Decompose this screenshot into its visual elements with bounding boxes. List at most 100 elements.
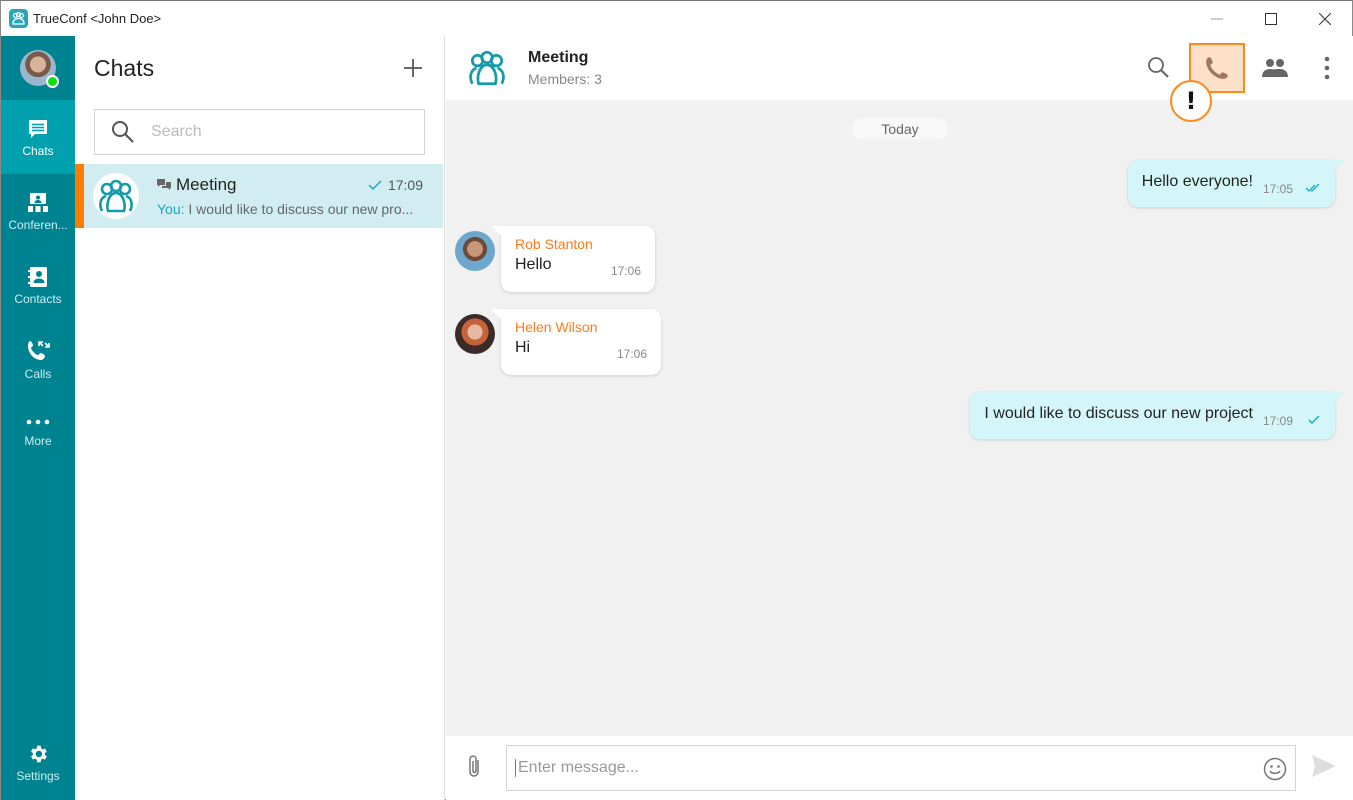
nav-item-chats[interactable]: Chats	[1, 100, 75, 174]
chat-preview: You: I would like to discuss our new pro…	[157, 201, 423, 217]
window-controls	[1190, 1, 1352, 36]
bubble-pointer	[491, 309, 501, 319]
sender-avatar[interactable]	[455, 314, 495, 354]
chat-item-body: Meeting 17:09 You: I would like to discu…	[157, 175, 423, 217]
outgoing-message[interactable]: I would like to discuss our new project …	[970, 392, 1345, 439]
emoji-button[interactable]	[1263, 757, 1287, 786]
group-chat-icon	[157, 179, 171, 190]
header-actions	[1133, 36, 1353, 100]
message-text: Hello	[515, 256, 552, 273]
more-vertical-icon	[1324, 56, 1330, 80]
chat-time: 17:09	[368, 177, 423, 193]
sender-name: Rob Stanton	[515, 236, 593, 252]
preview-text: I would like to discuss our new pro...	[188, 201, 414, 217]
trueconf-logo-icon	[9, 9, 28, 28]
nav-item-more[interactable]: More	[1, 396, 75, 470]
sent-check-icon	[368, 180, 382, 190]
alert-badge: !	[1170, 80, 1212, 122]
chats-panel: Chats Meeting	[75, 36, 445, 800]
message-time: 17:06	[610, 264, 641, 278]
bubble-pointer	[1335, 392, 1345, 402]
participants-button[interactable]	[1249, 42, 1301, 94]
group-icon	[99, 179, 133, 213]
profile-button[interactable]	[1, 36, 75, 100]
preview-prefix: You:	[157, 201, 185, 217]
bubble-pointer	[491, 226, 501, 236]
title-bar: TrueConf <John Doe>	[1, 1, 1352, 36]
sender-avatar[interactable]	[455, 231, 495, 271]
more-options-button[interactable]	[1301, 42, 1353, 94]
conversation-name: Meeting	[528, 49, 589, 66]
app-window: TrueConf <John Doe> Chats Conferen... Co…	[0, 0, 1353, 800]
conversation-info[interactable]: Meeting Members: 3	[528, 49, 602, 87]
nav-item-label: Chats	[22, 143, 54, 158]
attach-button[interactable]	[468, 754, 484, 783]
read-double-check-icon	[1305, 183, 1320, 192]
selected-indicator	[75, 164, 84, 228]
message-text: I would like to discuss our new project	[984, 405, 1253, 422]
nav-item-conferences[interactable]: Conferen...	[1, 174, 75, 248]
message-text: Hi	[515, 339, 531, 356]
date-separator: Today	[852, 118, 948, 140]
window-title: TrueConf <John Doe>	[33, 11, 162, 26]
message-text: Hello everyone!	[1141, 173, 1253, 190]
paperclip-icon	[469, 754, 479, 777]
message-time: 17:09	[1262, 414, 1293, 428]
message-input[interactable]	[515, 759, 1235, 777]
minimize-icon	[1211, 18, 1223, 19]
chat-bubble-icon	[29, 119, 47, 138]
nav-item-calls[interactable]: Calls	[1, 322, 75, 396]
send-button[interactable]	[1312, 754, 1336, 782]
group-icon	[469, 50, 505, 86]
nav-item-label: Contacts	[14, 291, 62, 306]
search-input[interactable]	[151, 123, 391, 141]
user-avatar[interactable]	[20, 50, 59, 88]
outgoing-message[interactable]: Hello everyone! 17:05	[1127, 160, 1345, 207]
chats-header: Chats	[75, 36, 444, 100]
message-composer	[446, 736, 1353, 800]
incoming-message[interactable]: Rob Stanton Hello 17:06	[491, 226, 655, 292]
chat-name-text: Meeting	[176, 175, 237, 194]
phone-icon	[1206, 57, 1228, 79]
new-chat-button[interactable]	[404, 54, 422, 82]
sender-name: Helen Wilson	[515, 319, 598, 335]
search-box[interactable]	[94, 109, 425, 155]
bubble-pointer	[1335, 160, 1345, 170]
sidebar-nav: Chats Conferen... Contacts Calls More Se…	[1, 36, 75, 800]
search-icon	[1148, 57, 1169, 78]
send-icon	[1312, 754, 1336, 777]
nav-item-contacts[interactable]: Contacts	[1, 248, 75, 322]
conference-icon	[28, 192, 48, 212]
chat-list-item[interactable]: Meeting 17:09 You: I would like to discu…	[75, 164, 443, 228]
chat-time-text: 17:09	[387, 177, 423, 193]
nav-item-settings[interactable]: Settings	[1, 726, 75, 800]
contacts-book-icon	[28, 266, 47, 287]
gear-icon	[31, 745, 47, 763]
emoji-smiley-icon	[1263, 757, 1287, 781]
minimize-button[interactable]	[1190, 1, 1244, 36]
sent-check-icon	[1308, 415, 1320, 424]
close-icon	[1319, 12, 1331, 25]
incoming-message[interactable]: Helen Wilson Hi 17:06	[491, 309, 661, 375]
conversation-header: Meeting Members: 3 !	[446, 36, 1353, 122]
maximize-icon	[1265, 12, 1277, 25]
phone-calls-icon	[28, 340, 50, 360]
group-avatar	[93, 173, 139, 219]
message-list: Today Hello everyone! 17:05 Rob Stanton …	[446, 100, 1353, 736]
message-input-box[interactable]	[506, 745, 1296, 791]
members-count: Members: 3	[528, 71, 602, 87]
participants-icon	[1262, 59, 1288, 77]
maximize-button[interactable]	[1244, 1, 1298, 36]
plus-icon	[404, 59, 422, 77]
nav-item-label: Conferen...	[8, 217, 68, 232]
close-button[interactable]	[1298, 1, 1352, 36]
more-dots-icon	[26, 419, 50, 425]
chat-name: Meeting	[157, 175, 236, 195]
chats-title: Chats	[94, 54, 155, 81]
message-time: 17:05	[1262, 182, 1293, 196]
nav-item-label: Calls	[24, 366, 52, 381]
nav-item-label: More	[24, 434, 52, 448]
nav-item-label: Settings	[16, 769, 60, 783]
search-icon	[112, 121, 134, 143]
conversation-panel: Meeting Members: 3 ! Today Hello everyon…	[446, 36, 1353, 800]
